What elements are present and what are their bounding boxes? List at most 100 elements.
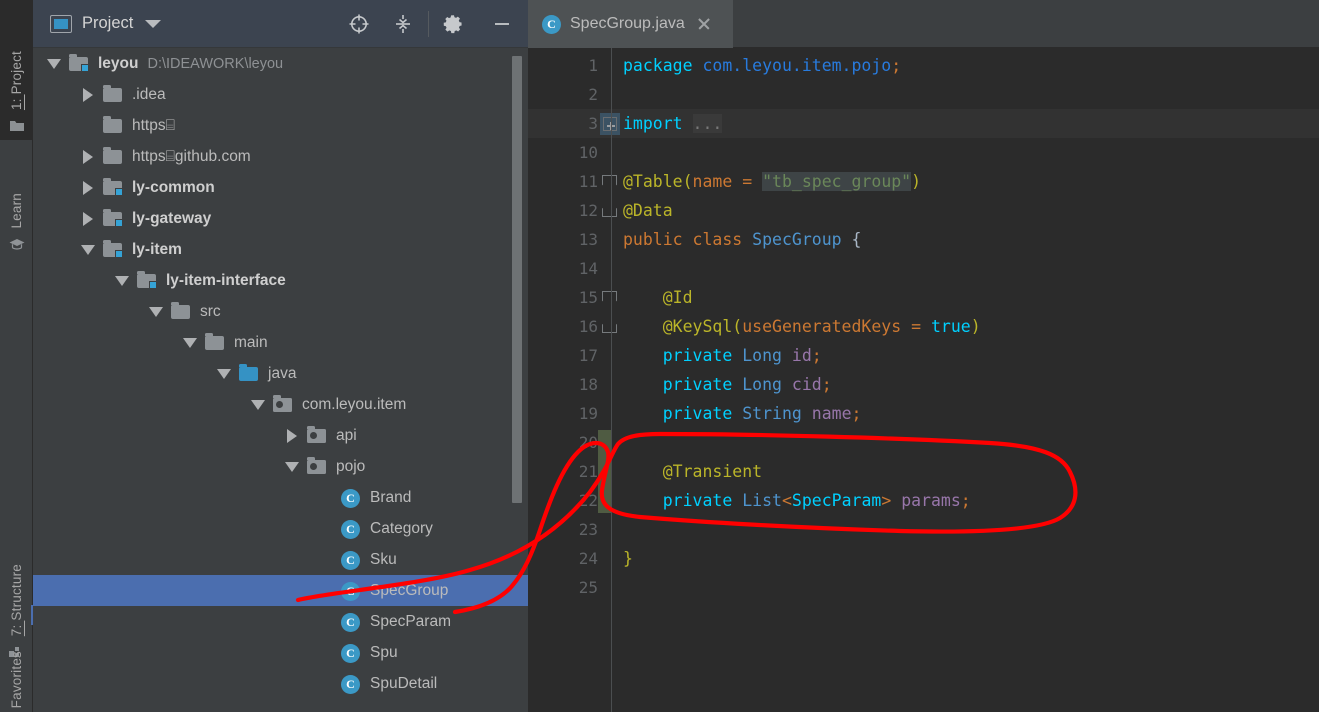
tree-item[interactable]: ly-common [33, 172, 528, 203]
code-line[interactable]: package com.leyou.item.pojo; [623, 51, 901, 80]
tree-item[interactable]: pojo [33, 451, 528, 482]
collapse-arrow-icon[interactable] [47, 58, 61, 69]
tree-item[interactable]: ly-item-interface [33, 265, 528, 296]
tree-toggle[interactable] [75, 180, 101, 195]
editor-gutter[interactable]: 1 2 3 10 11 12 13 14 15 16 17 18 19 20 21 22 23 24 25 [528, 48, 620, 712]
tree-item-label: ly-common [132, 178, 215, 196]
code-token: private [623, 346, 743, 365]
project-tree-scrollbar[interactable] [512, 56, 522, 503]
project-tree[interactable]: leyou D:\IDEAWORK\leyou .idea https⌸ https⌸g… [33, 48, 528, 712]
sidebar-item-favorites[interactable]: Favorites [0, 612, 33, 712]
expand-arrow-icon[interactable] [83, 87, 93, 102]
java-class-icon: C [339, 581, 363, 601]
chevron-down-icon[interactable] [145, 19, 162, 28]
tree-item-label: .idea [132, 85, 166, 103]
scroll-from-source-button[interactable] [337, 0, 381, 48]
tree-toggle[interactable] [279, 461, 305, 472]
tree-item[interactable]: C Category [33, 513, 528, 544]
tree-toggle[interactable] [143, 306, 169, 317]
code-token: public [623, 230, 693, 249]
tree-item[interactable]: C Sku [33, 544, 528, 575]
code-line[interactable]: private Long id; [623, 341, 822, 370]
tree-toggle[interactable] [211, 368, 237, 379]
fold-expand-icon[interactable] [600, 113, 620, 135]
code-token: = [732, 172, 763, 191]
tree-item[interactable]: main [33, 327, 528, 358]
code-line[interactable]: @Transient [623, 457, 762, 486]
tree-item[interactable]: C SpuDetail [33, 668, 528, 699]
tree-toggle[interactable] [279, 428, 305, 443]
target-icon [349, 14, 369, 33]
tree-item[interactable]: java [33, 358, 528, 389]
code-line[interactable]: @KeySql(useGeneratedKeys = true) [623, 312, 981, 341]
sidebar-item-learn[interactable]: Learn [0, 148, 33, 258]
tree-toggle[interactable] [75, 87, 101, 102]
tree-toggle[interactable] [75, 149, 101, 164]
collapse-arrow-icon[interactable] [217, 368, 231, 379]
code-line[interactable]: private Long cid; [623, 370, 832, 399]
tree-item[interactable]: https⌸github.com [33, 141, 528, 172]
settings-button[interactable] [432, 0, 476, 48]
tab-specgroup-java[interactable]: C SpecGroup.java [528, 0, 733, 48]
tree-toggle[interactable] [109, 275, 135, 286]
expand-arrow-icon[interactable] [287, 428, 297, 443]
tree-item-label: java [268, 364, 297, 382]
expand-arrow-icon[interactable] [83, 149, 93, 164]
fold-region-end-icon[interactable] [602, 203, 617, 217]
code-line[interactable]: private List<SpecParam> params; [623, 486, 971, 515]
line-number: 25 [578, 578, 598, 597]
ide-window: 1: Project Learn 7: Structure Favorites … [0, 0, 1319, 712]
sidebar-item-project[interactable]: 1: Project [0, 0, 33, 140]
collapse-arrow-icon[interactable] [285, 461, 299, 472]
collapse-arrow-icon[interactable] [183, 337, 197, 348]
code-line[interactable]: import ... [623, 109, 723, 138]
collapse-arrow-icon[interactable] [149, 306, 163, 317]
code-token: ( [732, 317, 743, 336]
tree-item[interactable]: leyou D:\IDEAWORK\leyou [33, 48, 528, 79]
code-line[interactable]: } [623, 544, 633, 573]
tab-label: SpecGroup.java [570, 15, 685, 32]
tree-toggle[interactable] [177, 337, 203, 348]
tree-item[interactable]: C Brand [33, 482, 528, 513]
close-icon[interactable] [695, 15, 713, 33]
expand-arrow-icon[interactable] [83, 211, 93, 226]
expand-arrow-icon[interactable] [83, 180, 93, 195]
collapse-all-button[interactable] [381, 0, 425, 48]
collapse-arrow-icon[interactable] [251, 399, 265, 410]
tree-item[interactable]: com.leyou.item [33, 389, 528, 420]
fold-collapse-icon[interactable] [602, 291, 617, 307]
tree-item[interactable]: C Spu [33, 637, 528, 668]
tree-item[interactable]: ly-item [33, 234, 528, 265]
tree-toggle[interactable] [75, 244, 101, 255]
fold-region-end-icon[interactable] [602, 319, 617, 333]
tree-item[interactable]: src [33, 296, 528, 327]
tree-toggle[interactable] [75, 211, 101, 226]
line-number: 13 [578, 230, 598, 249]
code-line[interactable]: @Table(name = "tb_spec_group") [623, 167, 921, 196]
tree-item[interactable]: ly-gateway [33, 203, 528, 234]
tree-item[interactable]: .idea [33, 79, 528, 110]
tree-item[interactable]: C SpecParam [33, 606, 528, 637]
code-line[interactable]: public class SpecGroup { [623, 225, 861, 254]
code-line[interactable]: @Id [623, 283, 693, 312]
code-token: import [623, 114, 693, 133]
hide-panel-button[interactable] [476, 0, 528, 48]
code-editor[interactable]: 1 2 3 10 11 12 13 14 15 16 17 18 19 20 21 22 23 24 25 pack… [528, 48, 1319, 712]
code-line[interactable]: private String name; [623, 399, 862, 428]
project-panel-header: Project [33, 0, 528, 48]
line-number: 15 [578, 288, 598, 307]
code-token: id [791, 346, 812, 365]
collapse-arrow-icon[interactable] [81, 244, 95, 255]
code-token: @Data [623, 201, 673, 220]
code-line[interactable]: @Data [623, 196, 673, 225]
tree-item[interactable]: api [33, 420, 528, 451]
tree-item-selected[interactable]: C SpecGroup [33, 575, 528, 606]
collapse-arrow-icon[interactable] [115, 275, 129, 286]
tree-toggle[interactable] [245, 399, 271, 410]
tree-toggle[interactable] [41, 58, 67, 69]
fold-collapse-icon[interactable] [602, 175, 617, 191]
tree-item[interactable]: https⌸ [33, 110, 528, 141]
module-folder-icon [135, 270, 159, 291]
